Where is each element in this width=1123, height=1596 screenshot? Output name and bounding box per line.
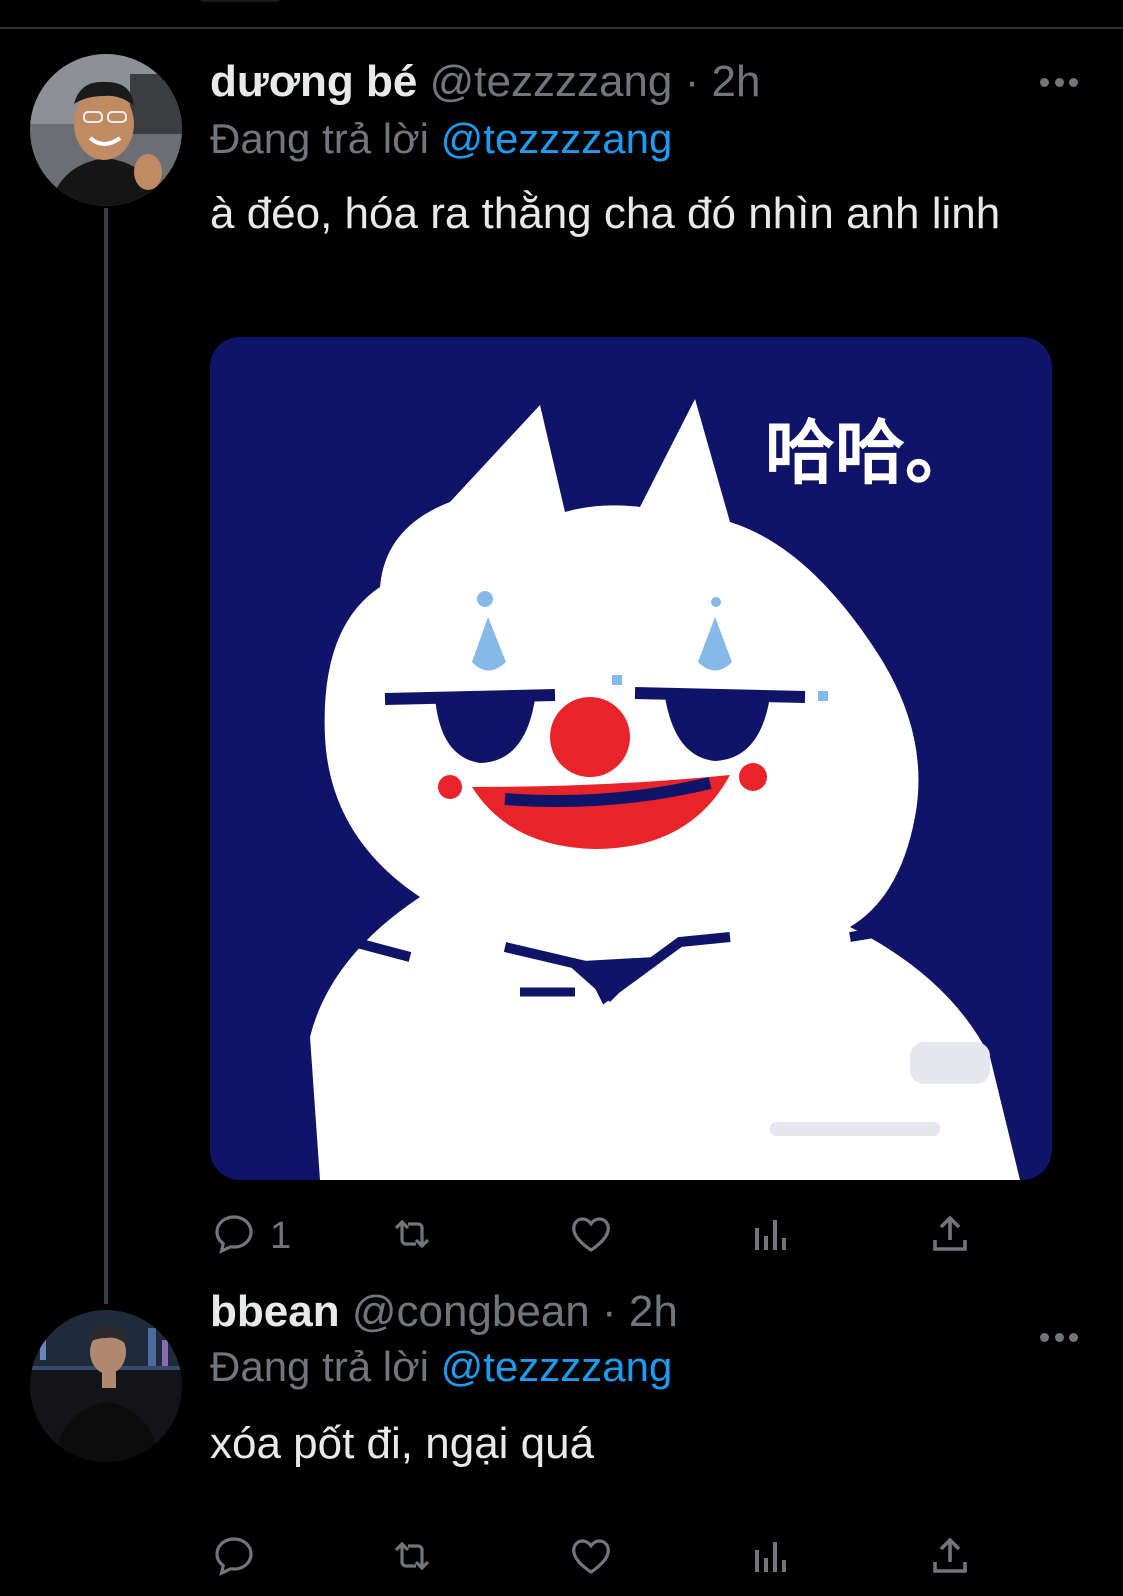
analytics-icon: [747, 1210, 795, 1263]
replying-prefix: Đang trả lời: [210, 1343, 429, 1390]
tweet-text: à đéo, hóa ra thằng cha đó nhìn anh linh: [210, 189, 1001, 238]
tweet-timestamp[interactable]: 2h: [712, 57, 761, 106]
retweet-icon: [388, 1210, 436, 1263]
analytics-icon: [747, 1532, 795, 1585]
share-icon: [926, 1532, 974, 1585]
like-icon: [567, 1532, 615, 1585]
avatar[interactable]: [30, 1310, 182, 1462]
more-icon[interactable]: [1040, 1330, 1078, 1344]
retweet-button[interactable]: [388, 1208, 436, 1264]
replying-to-mention[interactable]: @tezzzzang: [441, 1343, 673, 1390]
divider: [0, 27, 1123, 29]
analytics-button[interactable]: [747, 1530, 795, 1586]
like-button[interactable]: [567, 1530, 615, 1586]
reply-icon: [210, 1210, 258, 1263]
more-icon[interactable]: [1040, 75, 1078, 89]
replying-to-line: Đang trả lời @tezzzzang: [210, 114, 672, 164]
tweet-action-bar: 1: [210, 1208, 1010, 1264]
share-button[interactable]: [926, 1208, 974, 1264]
retweet-icon: [388, 1532, 436, 1585]
display-name[interactable]: bbean: [210, 1287, 340, 1336]
share-button[interactable]: [926, 1530, 974, 1586]
tweet-header: bbean @congbean · 2h: [210, 1286, 678, 1338]
thread-connector-line: [104, 208, 108, 1304]
replying-prefix: Đang trả lời: [210, 115, 429, 162]
share-icon: [926, 1210, 974, 1263]
avatar[interactable]: [30, 54, 182, 206]
retweet-button[interactable]: [388, 1530, 436, 1586]
tweet-header: dương bé @tezzzzang · 2h: [210, 56, 760, 108]
replying-to-mention[interactable]: @tezzzzang: [441, 115, 673, 162]
tweet-text: xóa pốt đi, ngại quá: [210, 1419, 595, 1468]
like-icon: [567, 1210, 615, 1263]
meta-separator: ·: [684, 57, 700, 106]
analytics-button[interactable]: [747, 1208, 795, 1264]
media-caption: 哈哈。: [765, 412, 975, 494]
replying-to-line: Đang trả lời @tezzzzang: [210, 1342, 672, 1392]
user-handle[interactable]: @tezzzzang: [430, 57, 673, 106]
user-handle[interactable]: @congbean: [352, 1287, 590, 1336]
like-button[interactable]: [567, 1208, 615, 1264]
reply-button[interactable]: [210, 1530, 270, 1586]
reply-button[interactable]: 1: [210, 1208, 291, 1264]
previous-tweet-edge: [200, 0, 280, 2]
reply-icon: [210, 1532, 258, 1585]
tweet-timestamp[interactable]: 2h: [629, 1287, 678, 1336]
reply-count: 1: [270, 1214, 292, 1257]
tweet-action-bar: [210, 1530, 1010, 1586]
tweet-media-image[interactable]: 哈哈。: [210, 337, 1052, 1180]
meta-separator: ·: [602, 1287, 617, 1336]
display-name[interactable]: dương bé: [210, 57, 417, 106]
